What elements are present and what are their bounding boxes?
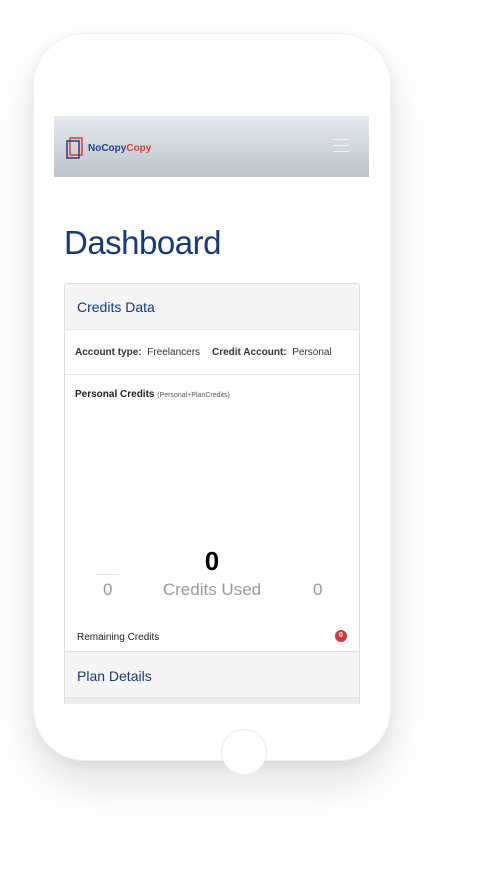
phone-home-button [221, 729, 267, 775]
account-type-label: Account type: [75, 347, 142, 358]
page-title: Dashboard [64, 224, 221, 261]
credit-account: Credit Account: Personal [212, 347, 332, 358]
personal-credits-label: Personal Credits [75, 389, 155, 400]
plan-details-body [65, 697, 359, 704]
credits-card: Credits Data Account type: Freelancers C… [64, 283, 360, 704]
app-screen: NoCopyCopy Dashboard Credits Data Accoun… [54, 116, 369, 704]
credits-card-title: Credits Data [77, 299, 155, 315]
navbar: NoCopyCopy [54, 116, 369, 177]
gauge-start-line [95, 574, 119, 575]
credits-total: 0 [204, 546, 220, 576]
personal-credits-sub: (Personal+PlanCredits) [157, 392, 230, 399]
logo-icon [66, 137, 86, 159]
gauge-max-value: 0 [313, 580, 323, 599]
brand-name-part2: Copy [126, 142, 152, 154]
hamburger-menu-icon[interactable] [333, 139, 349, 153]
plan-details-title: Plan Details [77, 668, 152, 684]
account-info-row: Account type: Freelancers Credit Account… [65, 330, 359, 375]
credit-account-label: Credit Account: [212, 347, 287, 358]
account-type: Account type: Freelancers [75, 347, 200, 358]
remaining-credits-label: Remaining Credits [77, 632, 160, 643]
account-type-value: Freelancers [147, 347, 201, 358]
brand-logo[interactable]: NoCopyCopy [66, 137, 151, 159]
plan-details-card: Plan Details [64, 651, 360, 704]
brand-name: NoCopyCopy [88, 143, 151, 154]
brand-name-part1: NoCopy [88, 142, 127, 154]
credit-account-value: Personal [292, 347, 332, 358]
credits-card-header: Credits Data [65, 284, 359, 330]
remaining-credits-badge: 0 [335, 630, 347, 642]
personal-credits-heading: Personal Credits (Personal+PlanCredits) [75, 389, 230, 400]
